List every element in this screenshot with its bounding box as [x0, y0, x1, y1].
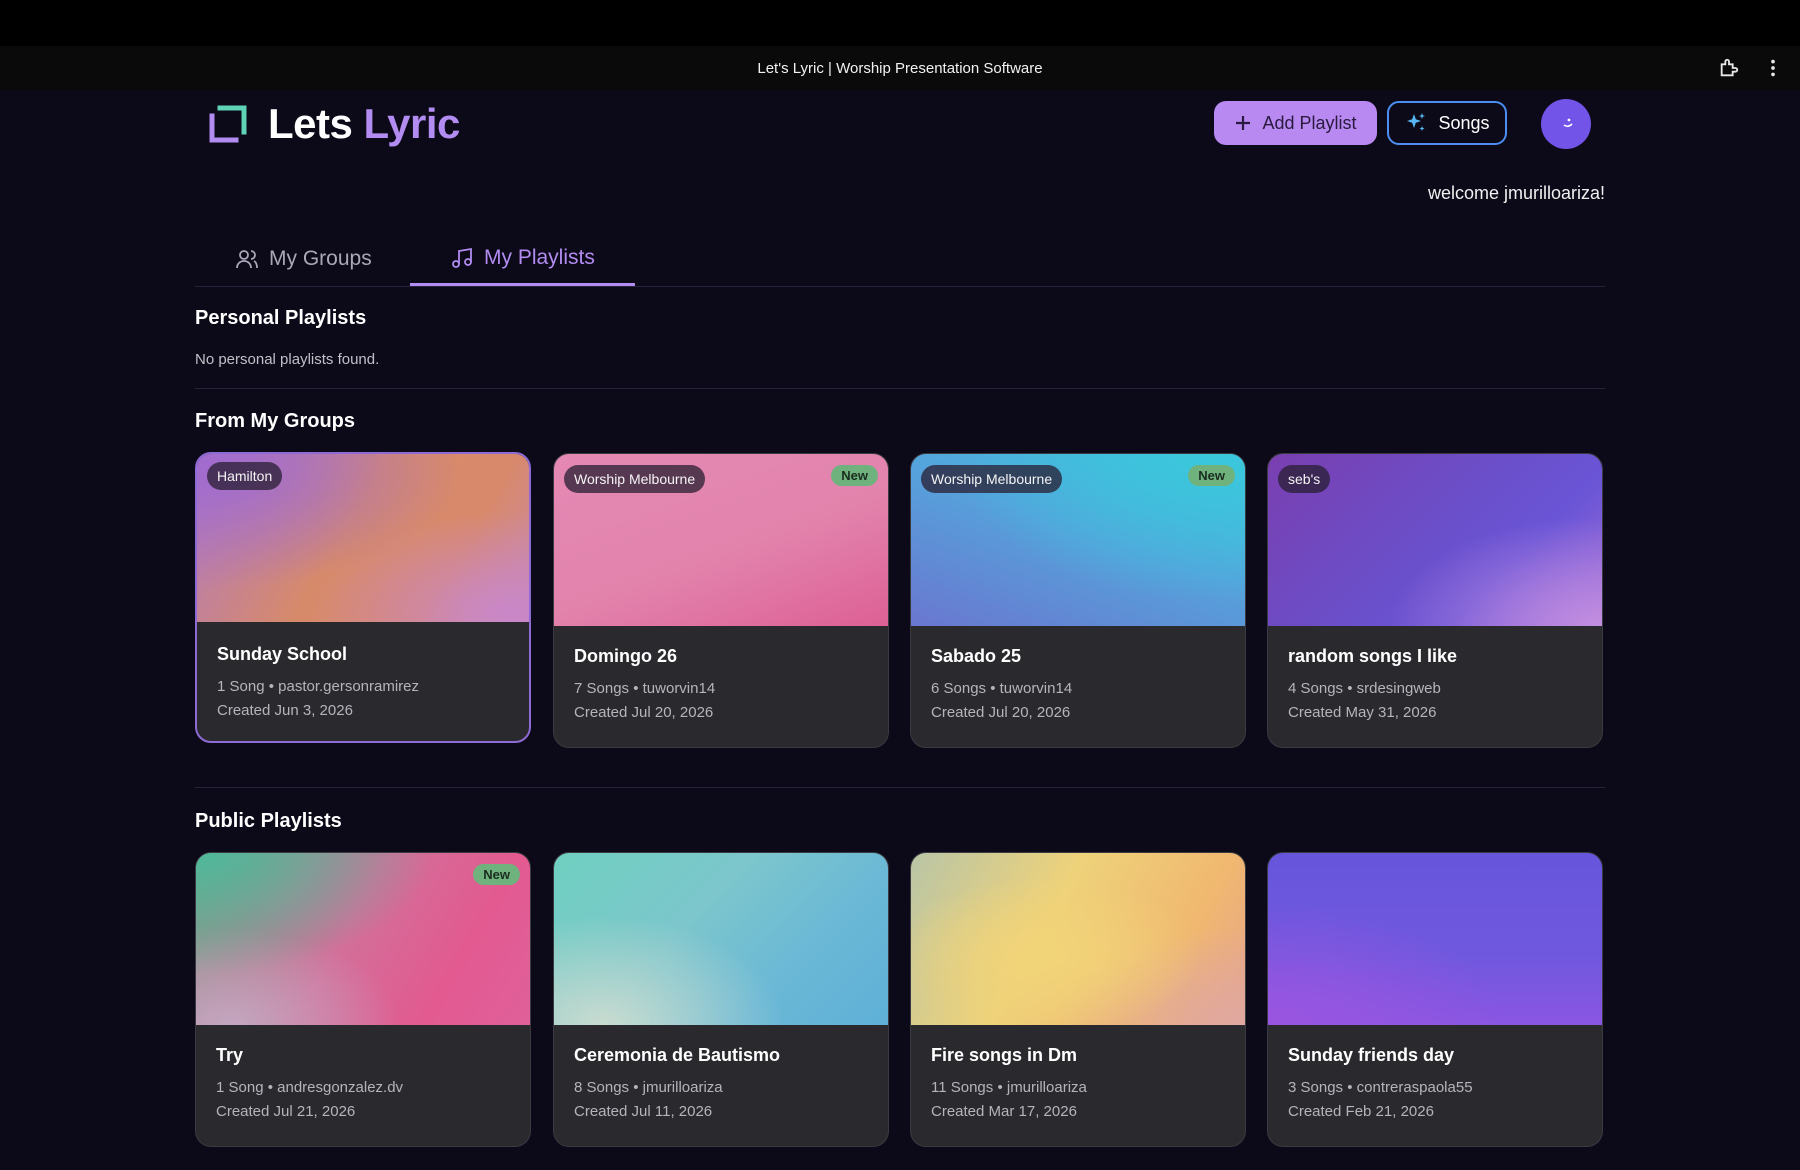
playlist-name: Try — [216, 1045, 244, 1065]
group-badge: seb's — [1278, 465, 1331, 493]
playlist-name: Sunday friends day — [1288, 1045, 1455, 1065]
playlist-created: Created Feb 21, 2026 — [1288, 1103, 1434, 1120]
playlist-songs: 4 Songs • srdesingweb — [1288, 680, 1441, 697]
card-info: Fire songs in Dm 11 Songs • jmurilloariz… — [931, 1045, 1087, 1124]
playlist-songs: 1 Song • andresgonzalez.dv — [216, 1079, 404, 1096]
playlist-created: Created Jul 11, 2026 — [574, 1103, 713, 1120]
users-icon — [236, 250, 258, 269]
section-divider — [195, 388, 1605, 389]
new-badge: New — [831, 465, 878, 486]
playlist-created: Created Jun 3, 2026 — [217, 702, 353, 719]
playlist-created: Created May 31, 2026 — [1288, 704, 1437, 721]
card-info: random songs I like 4 Songs • srdesingwe… — [1288, 646, 1457, 725]
more-options-icon[interactable] — [1762, 57, 1784, 79]
group-badge: Worship Melbourne — [564, 465, 706, 493]
playlist-name: random songs I like — [1288, 646, 1458, 666]
smile-icon — [1563, 118, 1573, 128]
playlist-name: Sunday School — [217, 644, 348, 664]
card-info: Try 1 Song • andresgonzalez.dv Created J… — [216, 1045, 403, 1124]
playlist-songs: 11 Songs • jmurilloariza — [931, 1079, 1087, 1096]
playlist-songs: 7 Songs • tuworvin14 — [574, 680, 716, 697]
logo-text: Lets Lyric — [268, 100, 460, 148]
playlist-created: Created Jul 20, 2026 — [931, 704, 1071, 721]
playlist-cover — [554, 853, 888, 1025]
playlist-songs: 3 Songs • contreraspaola55 — [1288, 1079, 1473, 1096]
playlist-name: Domingo 26 — [574, 646, 678, 666]
playlist-card-sunday-school[interactable]: Hamilton Sunday School 1 Song • pastor.g… — [195, 452, 531, 743]
playlist-name: Ceremonia de Bautismo — [574, 1045, 781, 1065]
playlist-created: Created Mar 17, 2026 — [931, 1103, 1077, 1120]
playlist-created: Created Jul 21, 2026 — [216, 1103, 356, 1120]
playlist-card-try[interactable]: New Try 1 Song • andresgonzalez.dv Creat… — [195, 852, 531, 1147]
logo-word-lets: Lets — [268, 100, 353, 147]
playlist-card-domingo-26[interactable]: Worship Melbourne New Domingo 26 7 Songs… — [553, 453, 889, 748]
add-playlist-button[interactable]: Add Playlist — [1214, 101, 1377, 145]
playlist-songs: 8 Songs • jmurilloariza — [574, 1079, 723, 1096]
playlist-card-sabado-25[interactable]: Worship Melbourne New Sabado 25 6 Songs … — [910, 453, 1246, 748]
playlist-name: Fire songs in Dm — [931, 1045, 1078, 1065]
os-top-bar — [0, 0, 1800, 46]
card-info: Sunday friends day 3 Songs • contreraspa… — [1288, 1045, 1473, 1124]
songs-label: Songs — [1438, 112, 1490, 133]
playlist-card-ceremonia[interactable]: Ceremonia de Bautismo 8 Songs • jmurillo… — [553, 852, 889, 1147]
add-playlist-label: Add Playlist — [1262, 112, 1357, 133]
playlist-card-fire-songs[interactable]: Fire songs in Dm 11 Songs • jmurilloariz… — [910, 852, 1246, 1147]
window-title-bar: Let's Lyric | Worship Presentation Softw… — [0, 46, 1800, 90]
sparkles-icon — [1407, 113, 1426, 131]
card-info: Ceremonia de Bautismo 8 Songs • jmurillo… — [574, 1045, 780, 1124]
tab-my-playlists-label: My Playlists — [484, 245, 595, 269]
songs-button[interactable]: Songs — [1387, 101, 1507, 145]
tab-my-groups[interactable]: My Groups — [235, 232, 372, 286]
group-badge: Hamilton — [207, 462, 283, 490]
playlist-songs: 1 Song • pastor.gersonramirez — [217, 678, 420, 695]
section-divider — [195, 787, 1605, 788]
playlist-name: Sabado 25 — [931, 646, 1022, 666]
personal-playlists-title: Personal Playlists — [195, 307, 367, 329]
card-info: Sabado 25 6 Songs • tuworvin14 Created J… — [931, 646, 1072, 725]
window-title: Let's Lyric | Worship Presentation Softw… — [757, 59, 1043, 77]
playlist-created: Created Jul 20, 2026 — [574, 704, 714, 721]
plus-icon — [1236, 116, 1251, 130]
music-note-icon — [452, 247, 472, 268]
logo-word-lyric: Lyric — [363, 100, 461, 147]
from-my-groups-title: From My Groups — [195, 410, 356, 432]
new-badge: New — [473, 864, 520, 885]
tab-my-playlists[interactable]: My Playlists — [410, 232, 635, 286]
user-avatar[interactable] — [1541, 99, 1591, 149]
extension-icon[interactable] — [1718, 57, 1740, 79]
playlist-songs: 6 Songs • tuworvin14 — [931, 680, 1073, 697]
playlist-cover — [911, 853, 1245, 1025]
app-header: Lets Lyric Add Playlist Songs welcome jm… — [0, 90, 1800, 203]
personal-playlists-empty: No personal playlists found. — [195, 351, 380, 368]
logo-icon — [209, 105, 247, 143]
playlist-cover — [1268, 853, 1602, 1025]
public-playlists-title: Public Playlists — [195, 810, 342, 832]
group-badge: Worship Melbourne — [921, 465, 1063, 493]
tab-my-groups-label: My Groups — [269, 247, 372, 270]
welcome-message: welcome jmurilloariza! — [1427, 183, 1605, 203]
playlist-card-sunday-friends[interactable]: Sunday friends day 3 Songs • contreraspa… — [1267, 852, 1603, 1147]
card-info: Sunday School 1 Song • pastor.gersonrami… — [217, 644, 419, 723]
card-info: Domingo 26 7 Songs • tuworvin14 Created … — [574, 646, 715, 725]
playlist-card-random-songs[interactable]: seb's random songs I like 4 Songs • srde… — [1267, 453, 1603, 748]
tab-bar: My Groups My Playlists — [195, 222, 1605, 287]
new-badge: New — [1188, 465, 1235, 486]
app-logo[interactable]: Lets Lyric — [206, 100, 460, 148]
